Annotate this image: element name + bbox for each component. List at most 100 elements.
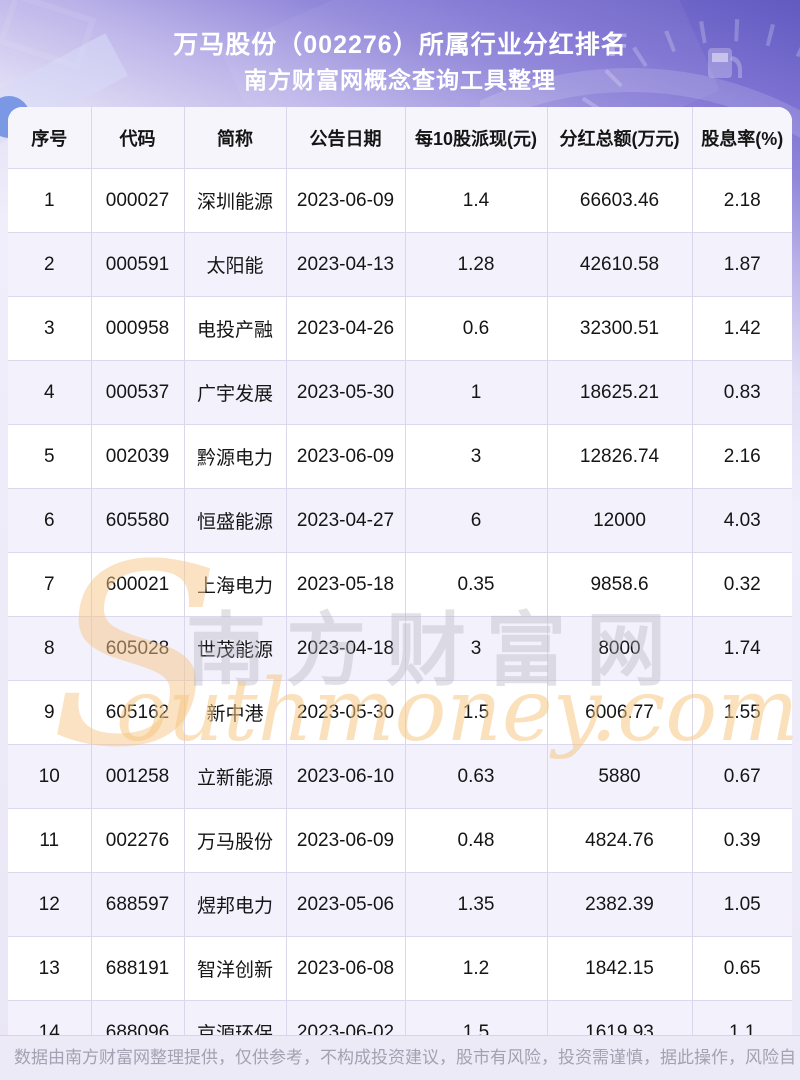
table-cell: 2023-04-27 (286, 489, 405, 553)
table-body: 1000027深圳能源2023-06-091.466603.462.182000… (8, 169, 792, 1036)
table-cell: 001258 (91, 745, 184, 809)
table-cell: 1 (405, 361, 547, 425)
table-cell: 1.74 (692, 617, 792, 681)
table-cell: 6 (8, 489, 91, 553)
table-header-row: 序号代码简称公告日期每10股派现(元)分红总额(万元)股息率(%) (8, 107, 792, 169)
table-cell: 1.5 (405, 1001, 547, 1036)
table-cell: 1.05 (692, 873, 792, 937)
table-cell: 8000 (547, 617, 692, 681)
table-cell: 688597 (91, 873, 184, 937)
table-cell: 4824.76 (547, 809, 692, 873)
table-cell: 42610.58 (547, 233, 692, 297)
table-cell: 605162 (91, 681, 184, 745)
table-cell: 002276 (91, 809, 184, 873)
column-header: 公告日期 (286, 107, 405, 169)
table-cell: 688096 (91, 1001, 184, 1036)
table-cell: 18625.21 (547, 361, 692, 425)
table-cell: 2023-05-30 (286, 681, 405, 745)
column-header: 分红总额(万元) (547, 107, 692, 169)
table-cell: 4 (8, 361, 91, 425)
table-cell: 2023-06-09 (286, 169, 405, 233)
column-header: 代码 (91, 107, 184, 169)
table-cell: 12 (8, 873, 91, 937)
table-cell: 605028 (91, 617, 184, 681)
table-cell: 12826.74 (547, 425, 692, 489)
table-cell: 2023-04-13 (286, 233, 405, 297)
table-cell: 1.5 (405, 681, 547, 745)
page-title: 万马股份（002276）所属行业分红排名 (0, 25, 800, 61)
table-cell: 煜邦电力 (184, 873, 286, 937)
table-cell: 3 (405, 425, 547, 489)
table-cell: 1.1 (692, 1001, 792, 1036)
table-cell: 2023-05-06 (286, 873, 405, 937)
table-cell: 3 (405, 617, 547, 681)
table-cell: 0.35 (405, 553, 547, 617)
column-header: 简称 (184, 107, 286, 169)
table-cell: 1.4 (405, 169, 547, 233)
table-row: 14688096京源环保2023-06-021.51619.931.1 (8, 1001, 792, 1036)
table-cell: 4.03 (692, 489, 792, 553)
table-row: 2000591太阳能2023-04-131.2842610.581.87 (8, 233, 792, 297)
table-row: 7600021上海电力2023-05-180.359858.60.32 (8, 553, 792, 617)
table-cell: 3 (8, 297, 91, 361)
table-cell: 京源环保 (184, 1001, 286, 1036)
table-cell: 1619.93 (547, 1001, 692, 1036)
table-cell: 智洋创新 (184, 937, 286, 1001)
table-cell: 恒盛能源 (184, 489, 286, 553)
footer-bar: 数据由南方财富网整理提供，仅供参考，不构成投资建议，股市有风险，投资需谨慎，据此… (0, 1035, 800, 1080)
table-row: 10001258立新能源2023-06-100.6358800.67 (8, 745, 792, 809)
table-cell: 688191 (91, 937, 184, 1001)
table-cell: 1.87 (692, 233, 792, 297)
table-cell: 1.2 (405, 937, 547, 1001)
table-cell: 0.67 (692, 745, 792, 809)
table-cell: 7 (8, 553, 91, 617)
table-cell: 上海电力 (184, 553, 286, 617)
table-row: 9605162新中港2023-05-301.56006.771.55 (8, 681, 792, 745)
table-cell: 广宇发展 (184, 361, 286, 425)
table-cell: 2382.39 (547, 873, 692, 937)
table-cell: 8 (8, 617, 91, 681)
table-cell: 万马股份 (184, 809, 286, 873)
table-cell: 0.32 (692, 553, 792, 617)
table-cell: 2023-04-18 (286, 617, 405, 681)
table-row: 4000537广宇发展2023-05-30118625.210.83 (8, 361, 792, 425)
table-cell: 1.35 (405, 873, 547, 937)
table-row: 5002039黔源电力2023-06-09312826.742.16 (8, 425, 792, 489)
table-row: 1000027深圳能源2023-06-091.466603.462.18 (8, 169, 792, 233)
table-cell: 32300.51 (547, 297, 692, 361)
table-cell: 2023-06-10 (286, 745, 405, 809)
table-cell: 1 (8, 169, 91, 233)
footer-disclaimer: 数据由南方财富网整理提供，仅供参考，不构成投资建议，股市有风险，投资需谨慎，据此… (0, 1036, 800, 1080)
table-cell: 0.83 (692, 361, 792, 425)
table-cell: 2.16 (692, 425, 792, 489)
table-cell: 2023-05-18 (286, 553, 405, 617)
table-cell: 1.55 (692, 681, 792, 745)
table-cell: 2023-05-30 (286, 361, 405, 425)
table-row: 8605028世茂能源2023-04-18380001.74 (8, 617, 792, 681)
table-cell: 002039 (91, 425, 184, 489)
page: F 万马股份（002276）所属行业分红排名 南方财富网概念查询工具整理 序号代… (0, 0, 800, 1080)
table-cell: 立新能源 (184, 745, 286, 809)
table-cell: 1.42 (692, 297, 792, 361)
table-cell: 0.48 (405, 809, 547, 873)
table-cell: 1.28 (405, 233, 547, 297)
table-cell: 13 (8, 937, 91, 1001)
dividend-table-container: 序号代码简称公告日期每10股派现(元)分红总额(万元)股息率(%) 100002… (8, 107, 792, 1035)
table-cell: 10 (8, 745, 91, 809)
table-cell: 605580 (91, 489, 184, 553)
table-row: 11002276万马股份2023-06-090.484824.760.39 (8, 809, 792, 873)
table-cell: 14 (8, 1001, 91, 1036)
table-cell: 2023-06-09 (286, 809, 405, 873)
table-cell: 0.63 (405, 745, 547, 809)
table-cell: 0.6 (405, 297, 547, 361)
table-cell: 0.39 (692, 809, 792, 873)
table-cell: 66603.46 (547, 169, 692, 233)
column-header: 每10股派现(元) (405, 107, 547, 169)
table-cell: 2023-06-02 (286, 1001, 405, 1036)
table-cell: 2.18 (692, 169, 792, 233)
table-cell: 1842.15 (547, 937, 692, 1001)
table-cell: 黔源电力 (184, 425, 286, 489)
table-cell: 9 (8, 681, 91, 745)
table-cell: 6 (405, 489, 547, 553)
table-cell: 5 (8, 425, 91, 489)
